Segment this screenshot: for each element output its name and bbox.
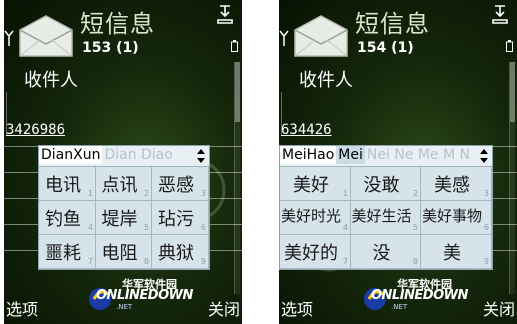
options-softkey[interactable]: 选项 — [6, 296, 38, 320]
message-envelope-icon — [294, 15, 348, 57]
recipient-label: 收件人 — [24, 70, 78, 91]
scroll-thumb[interactable] — [235, 62, 240, 122]
phone-screen-right: 短信息 154 (1) 收件人 634426 MeiHao Mei Nei Ne M… — [279, 0, 517, 324]
recipient-value[interactable]: 634426 — [281, 122, 332, 138]
page-title: 短信息 — [355, 10, 430, 38]
up-down-arrows-icon[interactable] — [478, 147, 490, 165]
battery-icon — [231, 40, 238, 52]
watermark-logo: 华军软件园 ONLINEDOWN .NET — [86, 276, 193, 316]
candidate-7[interactable]: 噩耗 7 — [39, 235, 96, 269]
up-down-arrows-icon[interactable] — [195, 147, 207, 165]
battery-icon — [506, 40, 513, 52]
watermark-logo: 华军软件园 ONLINEDOWN .NET — [361, 276, 468, 316]
signal-antenna-icon — [279, 30, 289, 46]
recipient-value[interactable]: 3426986 — [6, 122, 65, 138]
candidate-3[interactable]: 美感 3 — [421, 167, 492, 201]
candidate-grid: 美好 1 没敢 2 美感 3 美好时光 4 美好生活 5 美好事物 6 美好的 7 没8 美9 — [280, 167, 492, 269]
candidate-9[interactable]: 典狱 9 — [152, 235, 209, 269]
candidate-6[interactable]: 美好事物 6 — [421, 201, 492, 235]
message-envelope-icon — [19, 15, 73, 57]
candidate-3[interactable]: 恶感 3 — [152, 167, 209, 201]
transfer-icon — [492, 5, 508, 24]
ime-candidate-panel: MeiHao Mei Nei Ne Me M N 美好 1 没敢 2 美感 3 美好时光 4… — [279, 145, 493, 270]
candidate-grid: 电讯 1 点讯 2 恶感 3 钓鱼 4 堤岸 5 玷污 6 噩耗 7 电阻 8 典狱 9 — [39, 167, 209, 269]
pinyin-option-selected[interactable]: DianXun — [39, 146, 103, 164]
options-softkey[interactable]: 选项 — [281, 296, 313, 320]
candidate-9[interactable]: 美9 — [421, 235, 492, 269]
candidate-8[interactable]: 电阻 8 — [96, 235, 152, 269]
recipient-label: 收件人 — [299, 70, 353, 91]
pinyin-option[interactable]: Dian Diao — [102, 146, 174, 164]
candidate-1[interactable]: 电讯 1 — [39, 167, 96, 201]
signal-antenna-icon — [4, 30, 14, 46]
pinyin-option-selected[interactable]: MeiHao — [280, 146, 337, 164]
candidate-5[interactable]: 美好生活 5 — [351, 201, 421, 235]
scroll-thumb[interactable] — [510, 62, 515, 122]
candidate-5[interactable]: 堤岸 5 — [96, 201, 152, 235]
ime-pinyin-header: DianXun Dian Diao — [39, 146, 209, 167]
character-counter: 154 (1) — [357, 40, 414, 56]
candidate-8[interactable]: 没8 — [351, 235, 421, 269]
candidate-2[interactable]: 点讯 2 — [96, 167, 152, 201]
pinyin-option[interactable]: Mei — [336, 146, 365, 164]
ime-candidate-panel: DianXun Dian Diao 电讯 1 点讯 2 恶感 3 钓鱼 4 堤岸 5 玷污 6… — [38, 145, 210, 270]
candidate-4[interactable]: 钓鱼 4 — [39, 201, 96, 235]
pinyin-option-dim[interactable]: Nei Ne Me M N — [365, 146, 472, 164]
character-counter: 153 (1) — [82, 40, 139, 56]
page-title: 短信息 — [80, 10, 155, 38]
candidate-7[interactable]: 美好的 7 — [280, 235, 351, 269]
candidate-4[interactable]: 美好时光 4 — [280, 201, 351, 235]
close-softkey[interactable]: 关闭 — [483, 296, 515, 320]
ime-pinyin-header: MeiHao Mei Nei Ne Me M N — [280, 146, 492, 167]
close-softkey[interactable]: 关闭 — [208, 296, 240, 320]
candidate-2[interactable]: 没敢 2 — [351, 167, 421, 201]
candidate-1[interactable]: 美好 1 — [280, 167, 351, 201]
candidate-6[interactable]: 玷污 6 — [152, 201, 209, 235]
phone-screen-left: 短信息 153 (1) 收件人 3426986 DianXun Dian Diao… — [4, 0, 242, 324]
transfer-icon — [217, 5, 233, 24]
